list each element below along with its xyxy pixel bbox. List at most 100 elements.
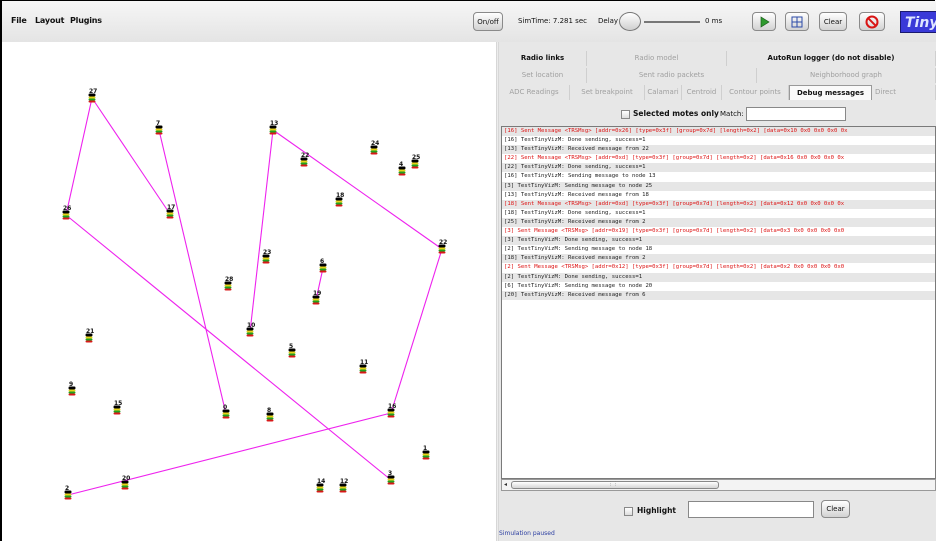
mote-topology-canvas[interactable]: 27 7 1 3 24 22 4 25 17 18 26 22 23 6 19 28 10 21 5 11 9 15 0 8 1… bbox=[2, 42, 496, 541]
mote[interactable]: 28 bbox=[224, 276, 234, 291]
mote-led bbox=[319, 270, 327, 273]
log-line: [13] TestTinyVizM: Received message from… bbox=[502, 145, 935, 155]
mote-id-label: 5 bbox=[289, 343, 293, 350]
mote[interactable]: 15 bbox=[113, 400, 123, 415]
mote-led bbox=[316, 486, 324, 489]
mote[interactable]: 6 bbox=[319, 258, 327, 273]
mote-id-label: 20 bbox=[122, 475, 130, 482]
mote[interactable]: 25 bbox=[411, 154, 421, 169]
mote-led bbox=[319, 268, 327, 271]
menu-file[interactable]: File bbox=[11, 16, 27, 25]
mote[interactable]: 14 bbox=[316, 478, 326, 493]
play-button[interactable] bbox=[752, 12, 776, 31]
mote[interactable]: 18 bbox=[335, 192, 345, 207]
scroll-left-arrow-icon[interactable]: ◂ bbox=[504, 482, 507, 488]
mote[interactable]: 16 bbox=[387, 403, 397, 418]
mote-led bbox=[312, 302, 320, 305]
tab-centroid[interactable]: Centroid bbox=[682, 85, 722, 100]
mote[interactable]: 5 bbox=[288, 343, 296, 358]
mote-led bbox=[64, 495, 72, 498]
mote-led bbox=[398, 169, 406, 172]
mote-id-label: 10 bbox=[247, 322, 255, 329]
mote[interactable]: 17 bbox=[166, 204, 176, 219]
mote[interactable]: 19 bbox=[312, 290, 322, 305]
log-horizontal-scrollbar[interactable]: ◂ ⋮⋮ bbox=[501, 479, 936, 491]
log-line: [20] TestTinyVizM: Received message from… bbox=[502, 290, 935, 300]
mote[interactable]: 7 bbox=[155, 120, 163, 135]
grid-button[interactable] bbox=[785, 12, 809, 31]
log-line: [6] TestTinyVizM: Sending message to nod… bbox=[504, 282, 653, 289]
mote-led bbox=[64, 497, 72, 500]
mote[interactable]: 9 bbox=[68, 381, 76, 396]
mote[interactable]: 11 bbox=[359, 359, 369, 374]
onoff-button[interactable]: On/off bbox=[473, 12, 503, 31]
mote[interactable]: 22 bbox=[438, 239, 448, 254]
delay-value: 0 ms bbox=[705, 17, 723, 25]
tab-adc-readings[interactable]: ADC Readings bbox=[499, 85, 570, 100]
mote-id-label: 12 bbox=[340, 478, 348, 485]
log-line: [16] TestTinyVizM: Done sending, success… bbox=[504, 137, 646, 144]
mote-led bbox=[68, 389, 76, 392]
mote-led bbox=[288, 353, 296, 356]
log-scroll-thumb[interactable]: ⋮⋮ bbox=[511, 481, 719, 489]
mote-led bbox=[288, 355, 296, 358]
mote-id-label: 26 bbox=[63, 205, 71, 212]
log-line: [18] Sent Message <TRSMsg> [addr=0xd] [t… bbox=[502, 199, 935, 209]
mote[interactable]: 0 bbox=[222, 404, 230, 419]
highlight-clear-button[interactable]: Clear bbox=[821, 500, 850, 518]
mote[interactable]: 3 bbox=[387, 470, 395, 485]
tab-contour-points[interactable]: Contour points bbox=[722, 85, 789, 100]
selected-motes-only-checkbox[interactable] bbox=[621, 110, 630, 119]
debug-message-log[interactable]: [16] Sent Message <TRSMsg> [addr=0x26] [… bbox=[501, 126, 936, 479]
clear-button[interactable]: Clear bbox=[819, 12, 847, 31]
highlight-input[interactable] bbox=[688, 501, 814, 518]
mote[interactable]: 26 bbox=[62, 205, 72, 220]
motes-layer: 27 7 1 3 24 22 4 25 17 18 26 22 23 6 19 28 10 21 5 11 9 15 0 8 1… bbox=[62, 88, 448, 500]
mote-id-label: 8 bbox=[267, 407, 271, 414]
tab-set-location[interactable]: Set location bbox=[499, 68, 587, 83]
mote[interactable]: 20 bbox=[121, 475, 131, 490]
menu-plugins[interactable]: Plugins bbox=[70, 16, 102, 25]
mote-led bbox=[339, 490, 347, 493]
mote[interactable]: 12 bbox=[339, 478, 349, 493]
mote[interactable]: 21 bbox=[85, 328, 95, 343]
mote[interactable]: 22 bbox=[300, 152, 310, 167]
mote[interactable]: 4 bbox=[398, 161, 406, 176]
mote-led bbox=[370, 150, 378, 153]
tab-neighborhood-graph[interactable]: Neighborhood graph bbox=[757, 68, 936, 83]
tab-calamari[interactable]: Calamari bbox=[645, 85, 682, 100]
onoff-label: On/off bbox=[477, 17, 499, 26]
mote[interactable]: 27 bbox=[88, 88, 98, 103]
toolbar: File Layout Plugins On/off SimTime: 7.28… bbox=[2, 1, 936, 43]
mote[interactable]: 24 bbox=[370, 140, 380, 155]
log-line: [3] Sent Message <TRSMsg> [addr=0x19] [t… bbox=[504, 228, 845, 235]
tab-direct[interactable]: Direct bbox=[872, 85, 936, 100]
match-input[interactable] bbox=[746, 107, 846, 121]
delay-slider-track[interactable] bbox=[644, 21, 700, 23]
mote-id-label: 27 bbox=[89, 88, 97, 95]
mote[interactable]: 2 bbox=[64, 485, 72, 500]
mote-led bbox=[335, 202, 343, 205]
tab-radio-model[interactable]: Radio model bbox=[587, 51, 727, 66]
tab-autorun-logger[interactable]: AutoRun logger (do not disable) bbox=[727, 51, 936, 66]
tab-sent-radio-packets[interactable]: Sent radio packets bbox=[587, 68, 757, 83]
mote-led bbox=[422, 455, 430, 458]
tab-set-breakpoint[interactable]: Set breakpoint bbox=[570, 85, 645, 100]
mote[interactable]: 1 bbox=[422, 445, 430, 460]
grip-icon: ⋮⋮ bbox=[608, 481, 618, 487]
tab-radio-links[interactable]: Radio links bbox=[499, 51, 587, 66]
tab-debug-messages[interactable]: Debug messages bbox=[789, 85, 872, 100]
mote-led bbox=[262, 261, 270, 264]
selected-motes-only-label: Selected motes only bbox=[633, 109, 719, 118]
mote-id-label: 17 bbox=[167, 204, 175, 211]
delay-slider-knob[interactable] bbox=[619, 12, 641, 31]
mote[interactable]: 8 bbox=[266, 407, 274, 422]
mote-led bbox=[166, 214, 174, 217]
mote[interactable]: 10 bbox=[246, 322, 256, 337]
menu-layout[interactable]: Layout bbox=[35, 16, 64, 25]
highlight-checkbox[interactable] bbox=[624, 507, 633, 516]
mote[interactable]: 23 bbox=[262, 249, 272, 264]
stop-button[interactable] bbox=[859, 12, 885, 31]
tab-row-1: Radio links Radio model AutoRun logger (… bbox=[499, 51, 936, 66]
mote-led bbox=[312, 300, 320, 303]
